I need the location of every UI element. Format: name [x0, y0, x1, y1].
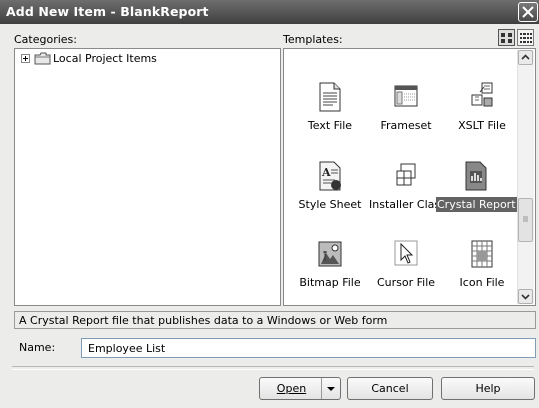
icon-file-icon — [471, 240, 493, 268]
close-icon — [522, 6, 534, 18]
divider — [12, 366, 534, 370]
template-label: Crystal Report — [436, 197, 517, 212]
installer-class-icon — [396, 163, 416, 186]
bitmap-file-icon — [318, 241, 342, 267]
cancel-button[interactable]: Cancel — [347, 377, 433, 400]
help-button-label: Help — [475, 382, 501, 395]
templates-scrollbar[interactable] — [517, 50, 534, 304]
open-accelerator: Open — [276, 382, 307, 395]
title-bar[interactable]: Add New Item - BlankReport — [0, 0, 539, 24]
expand-icon[interactable] — [21, 54, 30, 63]
open-button[interactable]: Open — [259, 377, 341, 400]
templates-list[interactable]: Text File Frameset XSLT File A Style She… — [283, 48, 536, 306]
templates-label: Templates: — [283, 33, 343, 46]
categories-tree[interactable]: Local Project Items — [14, 48, 281, 306]
scroll-thumb[interactable] — [518, 198, 533, 242]
window-title: Add New Item - BlankReport — [6, 4, 209, 19]
open-options-dropdown[interactable] — [321, 378, 340, 399]
template-label: Icon File — [459, 276, 505, 289]
cancel-button-label: Cancel — [371, 382, 409, 395]
template-label: Cursor File — [376, 276, 436, 289]
template-label: Bitmap File — [299, 276, 361, 289]
tree-item-label: Local Project Items — [53, 52, 157, 65]
close-button[interactable] — [518, 2, 538, 22]
scroll-up-button[interactable] — [518, 50, 533, 65]
categories-label: Categories: — [14, 33, 77, 46]
chevron-up-icon — [521, 54, 530, 60]
small-icons-icon — [520, 33, 532, 43]
large-icons-icon — [501, 33, 512, 43]
help-button[interactable]: Help — [441, 377, 535, 400]
template-label: Text File — [307, 119, 353, 132]
frameset-icon — [394, 85, 418, 107]
template-label: Frameset — [380, 119, 432, 132]
folder-icon — [34, 52, 51, 65]
crystal-report-icon — [465, 161, 487, 191]
large-icons-view-button[interactable] — [498, 29, 515, 46]
chevron-down-icon — [521, 294, 530, 300]
open-button-label: Open — [260, 378, 323, 399]
cursor-file-icon — [394, 240, 418, 266]
add-new-item-dialog: Add New Item - BlankReport Categories: T… — [0, 0, 539, 408]
scroll-down-button[interactable] — [518, 289, 533, 304]
template-label: Style Sheet — [298, 198, 362, 211]
grip-icon — [523, 216, 528, 222]
template-label: XSLT File — [458, 119, 506, 132]
xslt-file-icon — [471, 82, 493, 107]
name-input-value: Employee List — [88, 342, 166, 355]
text-file-icon — [319, 82, 341, 112]
description-text: A Crystal Report file that publishes dat… — [19, 314, 388, 327]
small-icons-view-button[interactable] — [517, 29, 534, 46]
style-sheet-icon: A — [319, 161, 341, 191]
svg-text:A: A — [321, 166, 331, 179]
name-input[interactable]: Employee List — [81, 338, 536, 358]
name-label: Name: — [19, 341, 56, 354]
description-bar: A Crystal Report file that publishes dat… — [14, 311, 536, 329]
